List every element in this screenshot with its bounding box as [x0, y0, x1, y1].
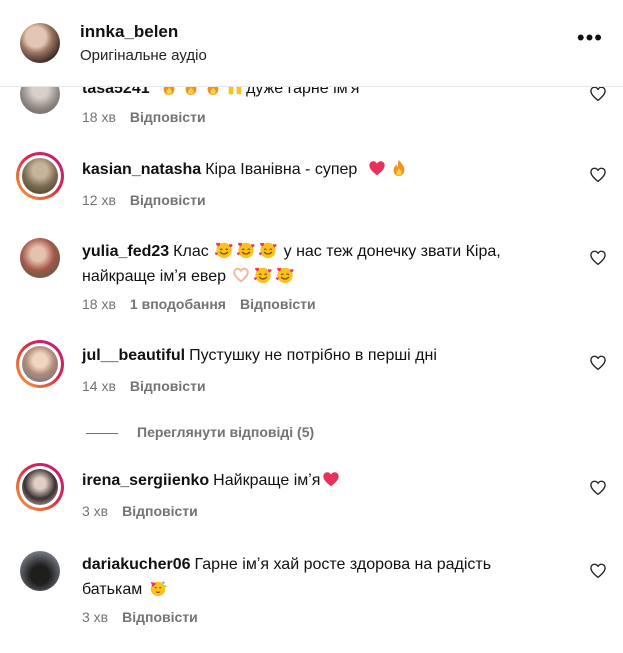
avatar[interactable] — [16, 152, 64, 200]
heart-hands-emoji-icon — [232, 266, 250, 284]
comment-body: у нас теж донечку звати Кіра, — [283, 243, 501, 260]
red-heart-emoji-icon — [368, 159, 386, 177]
smiling-hearts-emoji-icon — [254, 266, 272, 284]
comment-username[interactable]: kasian_natasha — [82, 161, 201, 178]
comment-username[interactable]: yulia_fed23 — [82, 243, 169, 260]
avatar[interactable] — [16, 463, 64, 511]
heart-outline-icon[interactable] — [589, 479, 607, 497]
comment-text: dariakucher06 Гарне імʼя хай росте здоров… — [82, 552, 552, 602]
reply-button[interactable]: Відповісти — [122, 609, 198, 625]
divider-line — [86, 432, 118, 434]
comment-username[interactable]: irena_sergiienko — [82, 472, 209, 489]
comment-time: 14 хв — [82, 378, 116, 394]
heart-outline-icon[interactable] — [589, 85, 607, 103]
reply-button[interactable]: Відповісти — [122, 503, 198, 519]
comment-username[interactable]: jul__beautiful — [82, 347, 185, 364]
comment-meta: 18 хв Відповісти — [82, 109, 220, 125]
comment-body: Пустушку не потрібно в перші дні — [189, 347, 437, 364]
red-heart-emoji-icon — [322, 470, 340, 488]
comment-meta: 18 хв 1 вподобання Відповісти — [82, 296, 330, 312]
comment-text: yulia_fed23 Клас у нас теж донечку звати … — [82, 239, 552, 289]
reply-button[interactable]: Відповісти — [130, 378, 206, 394]
reply-button[interactable]: Відповісти — [240, 296, 316, 312]
heart-outline-icon[interactable] — [589, 354, 607, 372]
comment-meta: 3 хв Відповісти — [82, 609, 212, 625]
author-username[interactable]: innka_belen — [80, 22, 178, 42]
comment-meta: 12 хв Відповісти — [82, 192, 220, 208]
smiling-hearts-emoji-icon — [259, 241, 277, 259]
comment-time: 18 хв — [82, 109, 116, 125]
avatar[interactable] — [20, 238, 60, 278]
heart-outline-icon[interactable] — [589, 166, 607, 184]
reply-button[interactable]: Відповісти — [130, 109, 206, 125]
smiling-hearts-emoji-icon — [276, 266, 294, 284]
comment-text: jul__beautiful Пустушку не потрібно в пер… — [82, 343, 562, 368]
heart-outline-icon[interactable] — [589, 562, 607, 580]
heart-outline-icon[interactable] — [589, 249, 607, 267]
comment-body: батькам — [82, 581, 143, 598]
more-icon[interactable]: ••• — [577, 27, 603, 49]
comment-meta: 14 хв Відповісти — [82, 378, 220, 394]
comment-body: Кіра Іванівна - супер — [205, 161, 358, 178]
view-replies-button[interactable]: Переглянути відповіді (5) — [86, 424, 314, 440]
smiling-hearts-emoji-icon — [215, 241, 233, 259]
party-face-emoji-icon — [149, 579, 167, 597]
reply-button[interactable]: Відповісти — [130, 192, 206, 208]
comment-meta: 3 хв Відповісти — [82, 503, 212, 519]
comment-time: 12 хв — [82, 192, 116, 208]
fire-emoji-icon — [390, 159, 408, 177]
author-avatar[interactable] — [20, 23, 60, 63]
comment-body: найкраще імʼя евер — [82, 268, 227, 285]
avatar[interactable] — [20, 551, 60, 591]
comment-text: kasian_natasha Кіра Іванівна - супер — [82, 157, 562, 182]
comment-time: 18 хв — [82, 296, 116, 312]
comment-time: 3 хв — [82, 609, 109, 625]
view-replies-label: Переглянути відповіді (5) — [137, 424, 315, 440]
post-header: innka_belen Оригінальне аудіо ••• — [0, 0, 623, 87]
audio-label[interactable]: Оригінальне аудіо — [80, 47, 207, 64]
smiling-hearts-emoji-icon — [237, 241, 255, 259]
comment-text: irena_sergiienko Найкраще імʼя — [82, 468, 562, 493]
comment-body: Найкраще імʼя — [213, 472, 321, 489]
likes-count[interactable]: 1 вподобання — [130, 296, 226, 312]
comment-username[interactable]: dariakucher06 — [82, 556, 191, 573]
comment-time: 3 хв — [82, 503, 109, 519]
comment-body: Гарне імʼя хай росте здорова на радість — [194, 556, 492, 573]
comment-body: Клас — [173, 243, 209, 260]
avatar[interactable] — [16, 340, 64, 388]
